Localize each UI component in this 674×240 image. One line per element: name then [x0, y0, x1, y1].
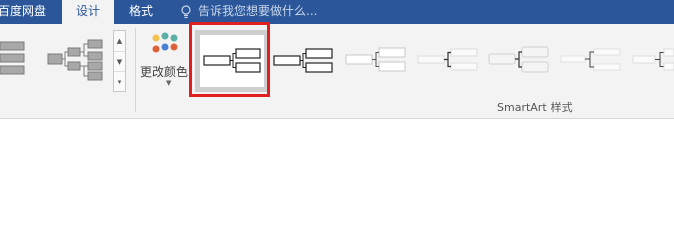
lightbulb-icon — [181, 5, 191, 19]
smartart-styles-group-label: SmartArt 样式 — [497, 99, 577, 115]
smartart-style-3[interactable] — [343, 38, 409, 100]
style-3-preview-icon — [345, 47, 406, 72]
style-4-preview-icon — [417, 48, 478, 71]
gallery-scroll-up-button[interactable]: ▲ — [114, 31, 125, 51]
group-separator — [135, 28, 136, 112]
tell-me-placeholder: 告诉我您想要做什么... — [198, 4, 318, 18]
style-2-preview-icon — [273, 48, 333, 73]
smartart-style-7[interactable] — [630, 38, 674, 100]
selection-highlight-box — [189, 22, 270, 97]
style-5-preview-icon — [488, 46, 549, 73]
tab-baidu-netdisk[interactable]: 百度网盘 — [0, 0, 58, 24]
style-7-preview-icon — [632, 48, 674, 71]
group-label-zh: 样式 — [550, 101, 573, 114]
color-palette-icon — [152, 32, 178, 53]
ribbon-design: ▲ ▼ ▾ 更改颜色 ▼ SmartArt 样式 — [0, 24, 674, 119]
gallery-scroll-down-button[interactable]: ▼ — [114, 51, 125, 71]
gallery-more-button[interactable]: ▾ — [114, 71, 125, 91]
smartart-style-6[interactable] — [558, 38, 624, 100]
ribbon-tab-bar: 百度网盘 设计 格式 告诉我您想要做什么... — [0, 0, 674, 24]
group-label-en: SmartArt — [497, 101, 547, 114]
smartart-style-4[interactable] — [415, 38, 481, 100]
change-colors-button[interactable]: 更改颜色 ▼ — [140, 32, 190, 92]
style-6-preview-icon — [560, 48, 621, 71]
layout-thumb-hierarchy[interactable] — [46, 38, 106, 82]
layout-gallery-scroll: ▲ ▼ ▾ — [113, 30, 126, 92]
layout-thumb-list[interactable] — [0, 40, 30, 80]
smartart-style-2[interactable] — [270, 38, 336, 100]
chevron-down-icon: ▼ — [166, 79, 172, 87]
document-area[interactable] — [0, 120, 674, 232]
smartart-style-5[interactable] — [486, 38, 552, 100]
tab-design[interactable]: 设计 — [62, 0, 114, 24]
tab-format[interactable]: 格式 — [114, 0, 168, 24]
